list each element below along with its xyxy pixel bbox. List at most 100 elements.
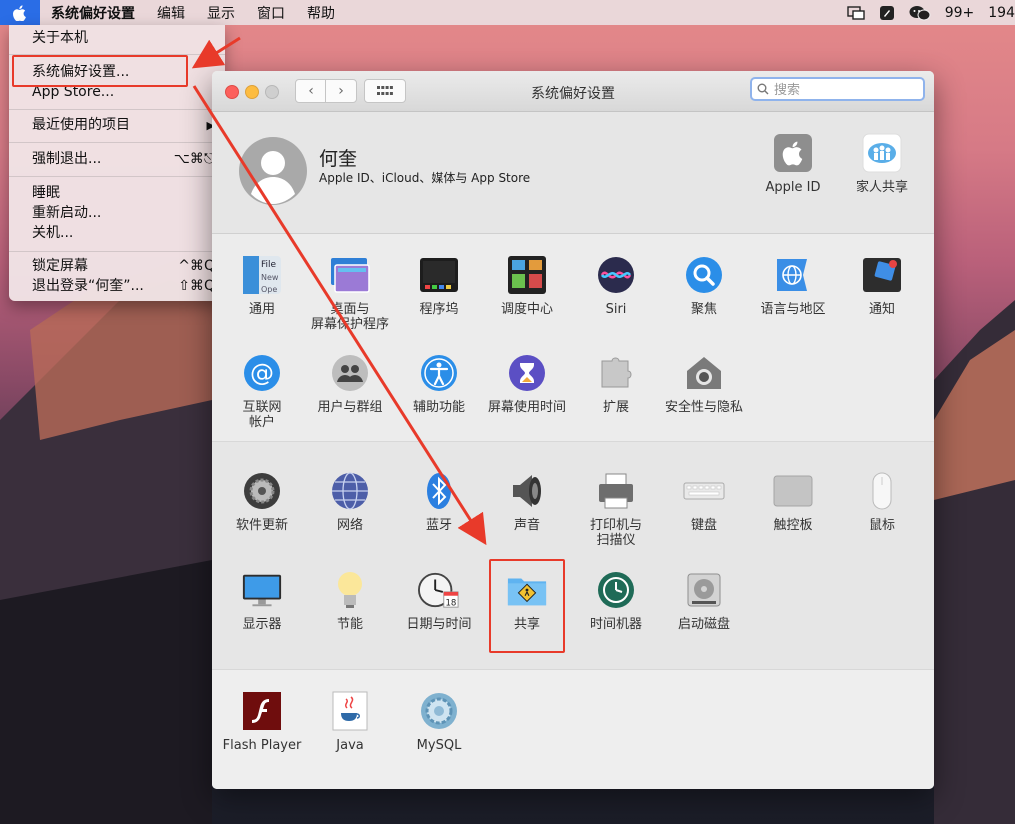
user-name: 何奎 — [319, 148, 358, 170]
siri-icon — [598, 257, 634, 293]
pane-internet-accounts[interactable]: @ 互联网 帐户 — [219, 352, 305, 430]
pane-network-label: 网络 — [336, 518, 363, 533]
menu-item-lock-screen-label: 锁定屏幕 — [32, 258, 88, 274]
pane-mouse[interactable]: 鼠标 — [839, 470, 925, 533]
menu-item-force-quit-label: 强制退出... — [32, 151, 102, 167]
menu-item-shutdown[interactable]: 关机... — [9, 223, 225, 244]
hardware-panes-section: 软件更新 网络 蓝牙 声音 打印机与 扫描仪 键盘 触控板 鼠标 显示器 节能 1… — [212, 442, 934, 670]
menu-view[interactable]: 显示 — [196, 3, 246, 23]
system-preferences-window: ‹ › 系统偏好设置 何奎 Apple ID、iCloud、媒体与 App St… — [212, 71, 934, 789]
pane-apple-id-label: Apple ID — [765, 180, 821, 195]
menu-app-name[interactable]: 系统偏好设置 — [40, 3, 146, 23]
menu-item-force-quit[interactable]: 强制退出... ⌥⌘⎋ — [9, 149, 225, 170]
family-sharing-icon — [862, 133, 902, 173]
pane-apple-id[interactable]: Apple ID — [750, 132, 836, 195]
apple-menu-button[interactable] — [0, 0, 40, 25]
pane-general-label: 通用 — [248, 302, 275, 317]
pane-users-groups[interactable]: 用户与群组 — [307, 352, 393, 415]
mission-control-icon — [508, 256, 546, 294]
menu-item-about[interactable]: 关于本机 — [9, 28, 225, 49]
menu-item-logout[interactable]: 退出登录“何奎”... ⇧⌘Q — [9, 276, 225, 297]
menu-help[interactable]: 帮助 — [296, 3, 346, 23]
menu-bar: 系统偏好设置 编辑 显示 窗口 帮助 99+ 194 — [0, 0, 1015, 25]
pane-sound[interactable]: 声音 — [484, 470, 570, 533]
users-groups-icon — [332, 355, 368, 391]
pane-screen-time[interactable]: 屏幕使用时间 — [484, 352, 570, 415]
user-avatar[interactable] — [238, 136, 308, 206]
pane-java[interactable]: Java — [307, 690, 393, 753]
pane-general[interactable]: File New Ope 通用 — [219, 254, 305, 317]
pane-trackpad[interactable]: 触控板 — [750, 470, 836, 533]
pane-notifications-label: 通知 — [868, 302, 895, 317]
pane-mysql[interactable]: MySQL — [396, 690, 482, 753]
pane-extensions[interactable]: 扩展 — [573, 352, 659, 415]
printer-icon — [599, 473, 633, 509]
menu-edit[interactable]: 编辑 — [146, 3, 196, 23]
menu-item-about-label: 关于本机 — [32, 30, 88, 46]
svg-text:@: @ — [250, 359, 274, 387]
pane-language-region[interactable]: 语言与地区 — [750, 254, 836, 317]
pane-desktop-screensaver[interactable]: 桌面与 屏幕保护程序 — [307, 254, 393, 332]
search-input[interactable] — [772, 81, 916, 99]
menu-separator — [9, 142, 225, 143]
desktop-screensaver-icon — [331, 258, 370, 293]
pane-energy-saver-label: 节能 — [336, 617, 363, 632]
notification-badge[interactable]: 99+ — [945, 5, 975, 21]
gear-icon — [244, 473, 280, 509]
pane-family-sharing[interactable]: 家人共享 — [839, 132, 925, 195]
svg-text:18: 18 — [445, 598, 456, 608]
pane-notifications[interactable]: 通知 — [839, 254, 925, 317]
pane-dock[interactable]: 程序坞 — [396, 254, 482, 317]
menubar-time[interactable]: 194 — [988, 5, 1015, 21]
menu-item-sleep[interactable]: 睡眠 — [9, 183, 225, 204]
pane-network[interactable]: 网络 — [307, 470, 393, 533]
pane-time-machine[interactable]: 时间机器 — [573, 569, 659, 632]
menu-window[interactable]: 窗口 — [246, 3, 296, 23]
logout-shortcut: ⇧⌘Q — [178, 278, 215, 294]
lock-screen-shortcut: ^⌘Q — [178, 258, 215, 274]
menu-item-shutdown-label: 关机... — [32, 225, 74, 241]
pane-java-label: Java — [336, 738, 364, 753]
puzzle-piece-icon — [601, 357, 632, 388]
pane-spotlight[interactable]: 聚焦 — [661, 254, 747, 317]
pane-mission-control[interactable]: 调度中心 — [484, 254, 570, 317]
hard-drive-icon — [687, 573, 721, 607]
menu-item-restart[interactable]: 重新启动... — [9, 203, 225, 224]
pane-displays-label: 显示器 — [242, 617, 282, 632]
pane-flash-player-label: Flash Player — [222, 738, 302, 753]
hourglass-icon — [509, 355, 545, 391]
time-machine-icon — [598, 572, 634, 608]
pane-flash-player[interactable]: Flash Player — [219, 690, 305, 753]
notes-app-icon[interactable] — [879, 5, 895, 21]
apple-id-icon — [774, 134, 812, 172]
pane-keyboard[interactable]: 键盘 — [661, 470, 747, 533]
general-icon: File New Ope — [243, 256, 281, 294]
pane-software-update[interactable]: 软件更新 — [219, 470, 305, 533]
menu-item-logout-label: 退出登录“何奎”... — [32, 278, 144, 294]
highlight-box-system-preferences — [12, 55, 188, 87]
menu-item-recent-items[interactable]: 最近使用的项目 ▶ — [9, 115, 225, 136]
pane-date-time[interactable]: 18 日期与时间 — [396, 569, 482, 632]
menu-item-lock-screen[interactable]: 锁定屏幕 ^⌘Q — [9, 256, 225, 277]
dock-icon — [420, 258, 458, 292]
pane-time-machine-label: 时间机器 — [589, 617, 642, 632]
screen-mirror-icon[interactable] — [847, 5, 865, 20]
pane-energy-saver[interactable]: 节能 — [307, 569, 393, 632]
pane-startup-disk[interactable]: 启动磁盘 — [661, 569, 747, 632]
pane-displays[interactable]: 显示器 — [219, 569, 305, 632]
wechat-icon[interactable] — [909, 5, 931, 21]
pane-printers-scanners[interactable]: 打印机与 扫描仪 — [573, 470, 659, 548]
pane-bluetooth[interactable]: 蓝牙 — [396, 470, 482, 533]
search-field[interactable] — [750, 77, 925, 101]
pane-siri[interactable]: Siri — [573, 254, 659, 317]
svg-text:File: File — [261, 260, 277, 270]
pane-mission-control-label: 调度中心 — [500, 302, 553, 317]
pane-mouse-label: 鼠标 — [868, 518, 895, 533]
force-quit-shortcut: ⌥⌘⎋ — [173, 151, 215, 167]
pane-security-privacy[interactable]: 安全性与隐私 — [661, 352, 747, 415]
pane-security-privacy-label: 安全性与隐私 — [664, 400, 743, 415]
search-icon — [757, 83, 769, 95]
trackpad-icon — [773, 475, 813, 507]
pane-accessibility[interactable]: 辅助功能 — [396, 352, 482, 415]
mouse-icon — [872, 472, 892, 510]
